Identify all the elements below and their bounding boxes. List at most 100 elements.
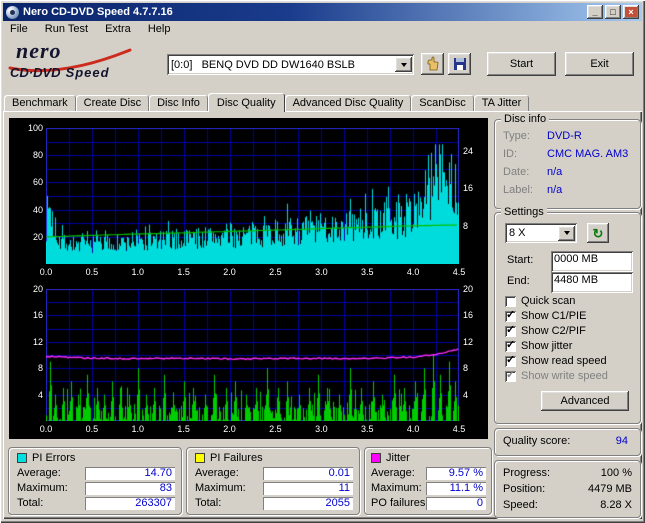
speed-select-value: 8 X — [509, 227, 526, 239]
axis-tick-label: 20 — [463, 284, 474, 294]
tab-create-disc[interactable]: Create Disc — [75, 95, 150, 111]
disc-label-value: n/a — [547, 184, 563, 196]
checkbox-label: Show C1/PIE — [521, 310, 587, 322]
nero-window: Nero CD-DVD Speed 4.7.7.16 _ □ × File Ru… — [0, 0, 645, 523]
stat-value: 14.70 — [85, 467, 175, 480]
quality-score-value: 94 — [615, 435, 628, 447]
axis-tick-label: 12 — [32, 336, 43, 347]
check-icon: ✓ — [506, 308, 516, 321]
axis-tick-label: 20 — [32, 231, 43, 242]
menu-file[interactable]: File — [3, 21, 35, 37]
stat-label: Average: — [17, 467, 61, 479]
close-button[interactable]: × — [623, 5, 639, 19]
axis-tick-label: 20 — [32, 284, 43, 294]
maximize-button[interactable]: □ — [605, 5, 621, 19]
checkbox-box[interactable]: ✓ — [505, 339, 516, 352]
stat-value: 9.57 % — [426, 467, 486, 480]
checkbox-show-c2-pif[interactable]: ✓ Show C2/PIF — [505, 324, 586, 337]
menu-bar: File Run Test Extra Help — [3, 21, 642, 39]
axis-tick-label: 2.5 — [269, 267, 282, 277]
hand-tool-button[interactable] — [421, 53, 444, 75]
progress-label: Progress: — [503, 467, 551, 479]
quality-score-label: Quality score: — [503, 435, 571, 447]
pi-errors-stats-header: PI Errors — [17, 452, 75, 464]
speed-select[interactable]: 8 X — [505, 223, 577, 243]
checkbox-box[interactable]: ✓ — [505, 324, 516, 337]
save-button[interactable] — [448, 53, 471, 75]
axis-tick-label: 2.5 — [269, 424, 282, 434]
tab-ta-jitter[interactable]: TA Jitter — [473, 95, 530, 111]
drive-select[interactable]: [0:0] BENQ DVD DD DW1640 BSLB — [167, 54, 414, 75]
disc-id-value: CMC MAG. AM3 — [547, 148, 629, 160]
checkbox-show-read-speed[interactable]: ✓ Show read speed — [505, 354, 607, 367]
checkbox-box[interactable]: ✓ — [505, 369, 516, 382]
checkbox-show-write-speed[interactable]: ✓ Show write speed — [505, 369, 608, 382]
start-position-field[interactable]: 0000 MB — [551, 251, 633, 272]
axis-tick-label: 8 — [463, 221, 469, 232]
exit-button[interactable]: Exit — [565, 52, 634, 76]
logo-product-a: CD·DVD — [10, 65, 61, 80]
speed-select-dropdown-button[interactable] — [558, 225, 575, 241]
window-controls: _ □ × — [587, 5, 639, 19]
app-disc-icon — [6, 5, 19, 19]
drive-select-dropdown-button[interactable] — [395, 57, 412, 72]
refresh-button[interactable]: ↻ — [587, 223, 609, 243]
axis-tick-label: 24 — [463, 145, 474, 156]
checkbox-label: Show write speed — [521, 370, 608, 382]
axis-tick-label: 3.0 — [315, 267, 328, 277]
axis-tick-label: 40 — [32, 204, 43, 215]
tab-advanced-disc-quality[interactable]: Advanced Disc Quality — [284, 95, 412, 111]
tab-scandisc[interactable]: ScanDisc — [411, 95, 474, 111]
quality-score-group: Quality score: 94 — [494, 428, 641, 456]
menu-help[interactable]: Help — [141, 21, 178, 37]
end-position-field[interactable]: 4480 MB — [551, 272, 633, 293]
axis-tick-label: 4.5 — [452, 424, 466, 434]
position-label: Position: — [503, 483, 546, 495]
pi-errors-stats-group: PI Errors Average: 14.70 Maximum: 83 Tot… — [8, 447, 182, 515]
checkbox-quick-scan[interactable]: ✓ Quick scan — [505, 295, 575, 307]
checkbox-label: Show C2/PIF — [521, 325, 586, 337]
stat-label: Maximum: — [195, 482, 246, 494]
minimize-button[interactable]: _ — [587, 5, 603, 19]
settings-group: Settings 8 X ↻ Start: 0000 MB End: 4480 … — [494, 206, 641, 424]
axis-tick-label: 16 — [463, 310, 474, 321]
logo-product: CD·DVD Speed — [10, 65, 110, 80]
stat-label: Maximum: — [17, 482, 68, 494]
axis-tick-label: 0.0 — [39, 424, 53, 434]
end-position-label: End: — [507, 275, 530, 287]
checkbox-box[interactable]: ✓ — [505, 354, 516, 367]
pi-failures-stats-group: PI Failures Average: 0.01 Maximum: 11 To… — [186, 447, 360, 515]
menu-extra[interactable]: Extra — [98, 21, 138, 37]
pi-failures-legend-swatch-icon — [195, 453, 205, 463]
axis-tick-label: 16 — [463, 183, 474, 194]
jitter-stats-header: Jitter — [371, 452, 410, 464]
stat-label: Total: — [17, 497, 44, 509]
stat-value: 263307 — [85, 497, 175, 510]
axis-tick-label: 0.5 — [85, 424, 99, 434]
titlebar[interactable]: Nero CD-DVD Speed 4.7.7.16 _ □ × — [3, 3, 642, 21]
progress-value: 100 % — [600, 467, 632, 479]
axis-tick-label: 3.5 — [360, 424, 374, 434]
checkbox-show-c1-pie[interactable]: ✓ Show C1/PIE — [505, 308, 587, 322]
stat-value: 11 — [263, 482, 353, 495]
axis-tick-label: 4.5 — [452, 267, 466, 277]
jitter-legend-swatch-icon — [371, 453, 381, 463]
start-position-label: Start: — [507, 254, 534, 266]
checkbox-box[interactable]: ✓ — [505, 308, 516, 322]
axis-tick-label: 2.0 — [223, 424, 236, 434]
advanced-button[interactable]: Advanced — [541, 391, 629, 411]
chevron-down-icon — [400, 62, 407, 67]
axis-tick-label: 12 — [463, 336, 474, 347]
tab-disc-info[interactable]: Disc Info — [149, 95, 208, 111]
checkbox-box[interactable]: ✓ — [505, 295, 516, 307]
hand-icon — [427, 56, 438, 71]
axis-tick-label: 16 — [32, 310, 43, 321]
disc-info-group: Disc info Type: DVD-R ID: CMC MAG. AM3 D… — [494, 113, 641, 209]
tab-disc-quality[interactable]: Disc Quality — [207, 93, 285, 112]
checkbox-show-jitter[interactable]: ✓ Show jitter — [505, 339, 572, 352]
menu-run-test[interactable]: Run Test — [38, 21, 95, 37]
window-title: Nero CD-DVD Speed 4.7.7.16 — [23, 6, 173, 18]
tab-benchmark[interactable]: Benchmark — [4, 95, 76, 111]
start-button[interactable]: Start — [487, 52, 556, 76]
checkbox-label: Quick scan — [521, 295, 576, 307]
